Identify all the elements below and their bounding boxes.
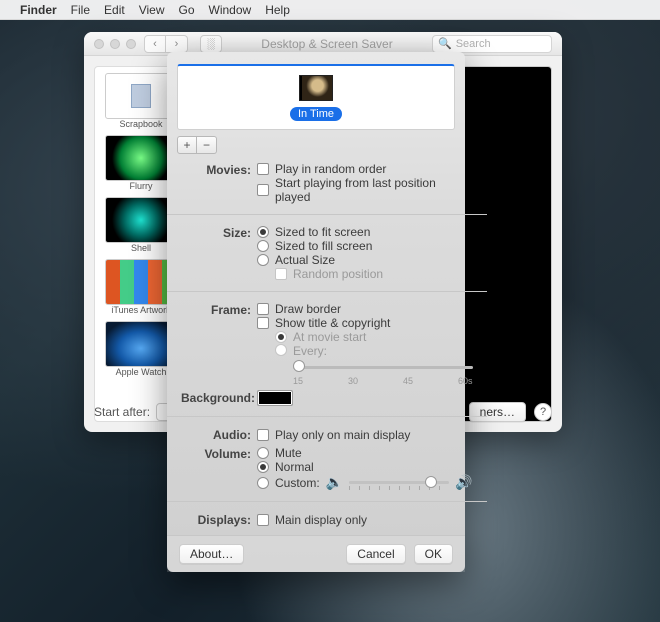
- menu-bar: Finder File Edit View Go Window Help: [0, 0, 660, 20]
- screensaver-label: Shell: [131, 243, 151, 253]
- size-actual-label: Actual Size: [275, 253, 335, 267]
- menu-go[interactable]: Go: [179, 3, 195, 17]
- audio-label: Audio:: [181, 427, 251, 442]
- menu-file[interactable]: File: [71, 3, 90, 17]
- displays-label: Displays:: [181, 512, 251, 527]
- speaker-low-icon: 🔈: [326, 474, 343, 491]
- size-fill-label: Sized to fill screen: [275, 239, 372, 253]
- tick-45: 45: [403, 376, 413, 386]
- volume-mute-label: Mute: [275, 446, 302, 460]
- grid-icon: ░: [207, 38, 215, 50]
- resume-checkbox[interactable]: [257, 184, 269, 196]
- background-label: Background:: [181, 390, 251, 406]
- screensaver-label: Scrapbook: [119, 119, 162, 129]
- random-order-checkbox[interactable]: [257, 163, 269, 175]
- show-title-label: Show title & copyright: [275, 316, 390, 330]
- at-movie-start-radio: [275, 331, 287, 343]
- volume-normal-label: Normal: [275, 460, 314, 474]
- volume-custom-label: Custom:: [275, 476, 320, 490]
- tick-15: 15: [293, 376, 303, 386]
- movie-label: In Time: [290, 107, 342, 121]
- title-interval-slider: [293, 358, 473, 376]
- back-button[interactable]: ‹: [144, 35, 166, 53]
- resume-label: Start playing from last position played: [275, 176, 473, 204]
- remove-movie-button[interactable]: −: [197, 136, 217, 154]
- movie-thumbnail[interactable]: [299, 75, 333, 101]
- audio-main-only-checkbox[interactable]: [257, 429, 269, 441]
- every-radio: [275, 344, 287, 356]
- window-traffic-lights: [94, 39, 136, 49]
- size-fill-radio[interactable]: [257, 240, 269, 252]
- search-icon: 🔍: [438, 37, 452, 50]
- add-movie-button[interactable]: +: [177, 136, 197, 154]
- draw-border-label: Draw border: [275, 302, 341, 316]
- search-placeholder: Search: [456, 38, 491, 50]
- zoom-button[interactable]: [126, 39, 136, 49]
- volume-custom-radio[interactable]: [257, 477, 269, 489]
- size-fit-radio[interactable]: [257, 226, 269, 238]
- volume-mute-radio[interactable]: [257, 447, 269, 459]
- size-actual-radio[interactable]: [257, 254, 269, 266]
- sheet-footer: About… Cancel OK: [167, 535, 465, 572]
- screensaver-label: Apple Watch: [116, 367, 167, 377]
- tick-30: 30: [348, 376, 358, 386]
- volume-normal-radio[interactable]: [257, 461, 269, 473]
- random-position-checkbox: [275, 268, 287, 280]
- cancel-button[interactable]: Cancel: [346, 544, 405, 564]
- movie-selection-box[interactable]: In Time: [177, 64, 455, 130]
- at-movie-start-label: At movie start: [293, 330, 366, 344]
- every-label: Every:: [293, 344, 327, 358]
- show-all-button[interactable]: ░: [200, 35, 222, 53]
- menu-app-name[interactable]: Finder: [20, 3, 57, 17]
- show-title-checkbox[interactable]: [257, 317, 269, 329]
- help-button[interactable]: ?: [534, 403, 552, 421]
- draw-border-checkbox[interactable]: [257, 303, 269, 315]
- volume-slider[interactable]: [349, 475, 449, 491]
- menu-view[interactable]: View: [139, 3, 165, 17]
- minimize-button[interactable]: [110, 39, 120, 49]
- start-after-label: Start after:: [94, 405, 150, 419]
- forward-button[interactable]: ›: [166, 35, 188, 53]
- background-color-well[interactable]: [257, 390, 293, 406]
- main-display-only-checkbox[interactable]: [257, 514, 269, 526]
- screensaver-label: Flurry: [130, 181, 153, 191]
- about-button[interactable]: About…: [179, 544, 244, 564]
- menu-window[interactable]: Window: [209, 3, 252, 17]
- random-position-label: Random position: [293, 267, 383, 281]
- frame-label: Frame:: [181, 302, 251, 386]
- screensaver-options-sheet: In Time + − Movies: Play in random order…: [167, 52, 465, 572]
- hot-corners-button[interactable]: ners…: [469, 402, 526, 422]
- close-button[interactable]: [94, 39, 104, 49]
- volume-label: Volume:: [181, 446, 251, 491]
- main-display-only-label: Main display only: [275, 513, 367, 527]
- menu-edit[interactable]: Edit: [104, 3, 125, 17]
- size-fit-label: Sized to fit screen: [275, 225, 370, 239]
- size-label: Size:: [181, 225, 251, 281]
- window-title: Desktop & Screen Saver: [230, 37, 424, 51]
- speaker-high-icon: 🔊: [455, 474, 472, 491]
- movies-label: Movies:: [181, 162, 251, 204]
- search-field[interactable]: 🔍 Search: [432, 35, 552, 53]
- random-order-label: Play in random order: [275, 162, 386, 176]
- menu-help[interactable]: Help: [265, 3, 290, 17]
- tick-60: 60s: [458, 376, 473, 386]
- screensaver-label: iTunes Artwork: [111, 305, 170, 315]
- ok-button[interactable]: OK: [414, 544, 453, 564]
- audio-main-only-label: Play only on main display: [275, 428, 410, 442]
